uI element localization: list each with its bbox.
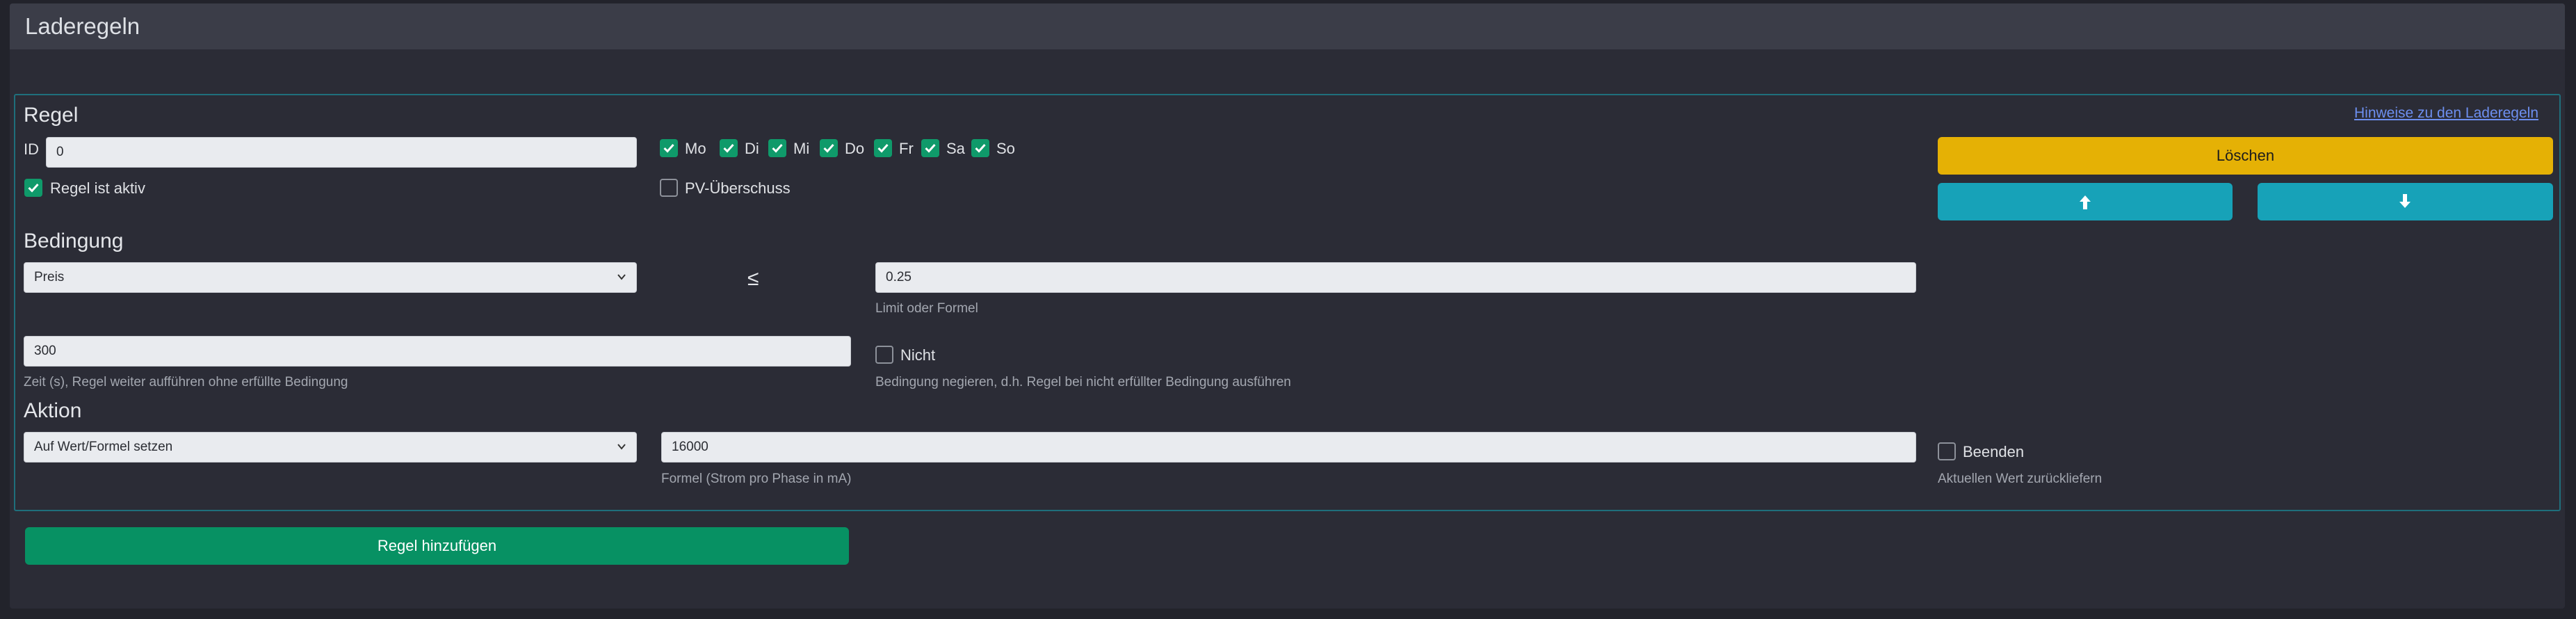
help-link[interactable]: Hinweise zu den Laderegeln: [2354, 105, 2538, 122]
day-label-mo: Mo: [685, 140, 706, 157]
stop-checkbox[interactable]: [1938, 442, 1956, 460]
condition-type-value: Preis: [34, 270, 65, 284]
day-checkbox-di[interactable]: [720, 139, 738, 157]
rule-card: Regel Hinweise zu den Laderegeln ID 0 Re…: [14, 94, 2561, 511]
time-input[interactable]: 300: [24, 336, 851, 367]
rule-heading: Regel: [24, 104, 79, 127]
condition-type-select[interactable]: Preis: [24, 262, 637, 293]
active-label: Regel ist aktiv: [50, 179, 145, 197]
active-checkbox[interactable]: [24, 179, 42, 197]
negate-checkbox[interactable]: [875, 346, 893, 364]
day-checkbox-do[interactable]: [820, 139, 838, 157]
day-checkbox-fr[interactable]: [874, 139, 892, 157]
day-checkbox-sa[interactable]: [921, 139, 939, 157]
limit-hint: Limit oder Formel: [875, 301, 978, 316]
day-checkbox-mi[interactable]: [768, 139, 786, 157]
day-label-so: So: [996, 140, 1015, 157]
id-label: ID: [24, 140, 39, 158]
limit-input[interactable]: 0.25: [875, 262, 1916, 293]
day-label-sa: Sa: [946, 140, 965, 157]
day-label-mi: Mi: [793, 140, 810, 157]
day-label-do: Do: [845, 140, 865, 157]
condition-heading: Bedingung: [24, 230, 124, 252]
action-type-select[interactable]: Auf Wert/Formel setzen: [24, 432, 637, 463]
add-rule-button[interactable]: Regel hinzufügen: [25, 527, 849, 565]
day-checkbox-so[interactable]: [971, 139, 989, 157]
pv-checkbox[interactable]: [660, 179, 678, 197]
action-type-value: Auf Wert/Formel setzen: [34, 440, 173, 454]
chevron-down-icon: [617, 444, 626, 450]
formula-input[interactable]: 16000: [661, 432, 1916, 463]
day-checkbox-mo[interactable]: [660, 139, 678, 157]
pv-label: PV-Überschuss: [685, 179, 791, 197]
operator-symbol[interactable]: ≤: [747, 267, 759, 291]
page-title: Laderegeln: [25, 13, 140, 39]
id-input[interactable]: 0: [46, 137, 637, 168]
time-hint: Zeit (s), Regel weiter aufführen ohne er…: [24, 375, 348, 389]
stop-hint: Aktuellen Wert zurückliefern: [1938, 472, 2103, 486]
arrow-up-icon: [2080, 195, 2091, 209]
delete-button[interactable]: Löschen: [1938, 137, 2553, 175]
action-heading: Aktion: [24, 399, 82, 422]
chevron-down-icon: [617, 274, 626, 280]
day-label-fr: Fr: [899, 140, 914, 157]
stop-label: Beenden: [1963, 443, 2025, 460]
move-down-button[interactable]: [2258, 183, 2553, 220]
formula-hint: Formel (Strom pro Phase in mA): [661, 472, 852, 486]
negate-hint: Bedingung negieren, d.h. Regel bei nicht…: [875, 375, 1291, 389]
rules-panel: Laderegeln Regel Hinweise zu den Ladereg…: [10, 3, 2565, 609]
panel-header: Laderegeln: [10, 3, 2565, 49]
move-up-button[interactable]: [1938, 183, 2233, 220]
day-label-di: Di: [745, 140, 759, 157]
arrow-down-icon: [2399, 194, 2411, 208]
negate-label: Nicht: [900, 346, 936, 364]
